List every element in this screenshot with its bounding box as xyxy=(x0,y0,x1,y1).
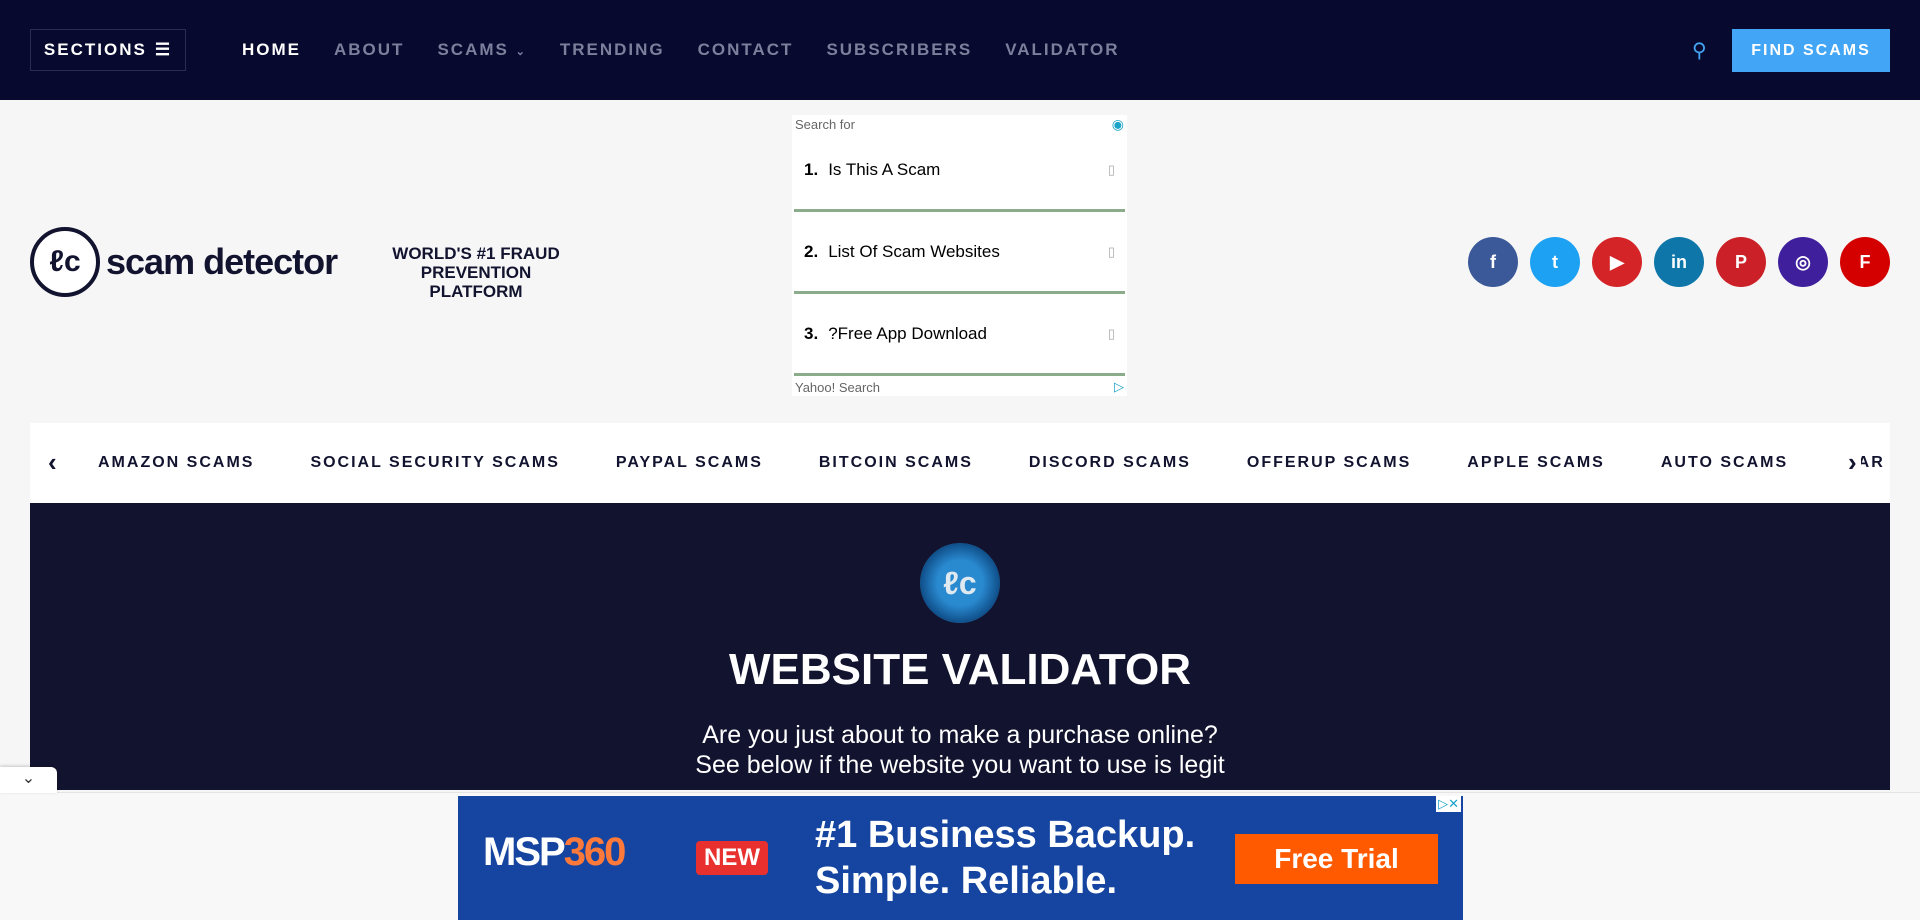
category-link[interactable]: APPLE SCAMS xyxy=(1467,454,1605,472)
category-link[interactable]: AMAZON SCAMS xyxy=(98,454,254,472)
arrow-icon: ▯ xyxy=(1107,161,1115,177)
social-links: f t ▶ in P ◎ F xyxy=(1468,237,1890,287)
banner-brand-text: MSP xyxy=(483,830,566,874)
arrow-icon: ▯ xyxy=(1107,325,1115,341)
new-badge: NEW xyxy=(696,841,768,875)
ad-item[interactable]: 2. List Of Scam Websites ▯ xyxy=(794,212,1125,294)
twitter-icon[interactable]: t xyxy=(1530,237,1580,287)
category-link[interactable]: DISCORD SCAMS xyxy=(1029,454,1191,472)
hero-section: ℓc WEBSITE VALIDATOR Are you just about … xyxy=(30,503,1890,790)
banner-headline-1: #1 Business Backup. xyxy=(815,814,1196,856)
collapse-ad-button[interactable]: ⌄ xyxy=(0,767,57,793)
logo-text: scam detector xyxy=(106,241,338,282)
nav-home[interactable]: HOME xyxy=(242,40,301,60)
chevron-right-icon[interactable]: › xyxy=(1844,447,1861,478)
sections-label: SECTIONS xyxy=(43,40,147,59)
logo-mark-icon: ℓc xyxy=(30,227,100,297)
linkedin-icon[interactable]: in xyxy=(1654,237,1704,287)
ad-footer: Yahoo! Search xyxy=(795,380,881,395)
search-ad: Search for ◉ 1. Is This A Scam ▯ 2. List Of… xyxy=(792,115,1127,396)
nav-validator[interactable]: VALIDATOR xyxy=(1005,40,1119,60)
category-link[interactable]: BITCOIN SCAMS xyxy=(819,454,973,472)
instagram-icon[interactable]: ◎ xyxy=(1778,237,1828,287)
tagline: WORLD'S #1 FRAUD PREVENTION PLATFORM xyxy=(392,244,560,301)
top-header: SECTIONS ☰ HOME ABOUT SCAMS ⌄ TRENDING CO… xyxy=(0,0,1920,100)
page-title: WEBSITE VALIDATOR xyxy=(729,645,1191,694)
site-logo[interactable]: ℓc scam detector xyxy=(30,227,338,297)
banner-headline-2: Simple. Reliable. xyxy=(815,860,1117,902)
category-list: AMAZON SCAMS SOCIAL SECURITY SCAMS PAYPAL … xyxy=(98,423,1890,503)
nav-contact[interactable]: CONTACT xyxy=(698,40,794,60)
banner-ad[interactable]: MSP360 NEW #1 Business Backup. Simple. R… xyxy=(458,796,1463,920)
banner-brand: MSP360 xyxy=(483,830,627,875)
find-scams-button[interactable]: FIND SCAMS xyxy=(1732,29,1890,72)
ad-close-icon[interactable]: ▷✕ xyxy=(1436,796,1461,812)
ad-item-label: Is This A Scam xyxy=(828,159,941,179)
nav-scams[interactable]: SCAMS ⌄ xyxy=(437,40,526,60)
ad-item-num: 1. xyxy=(804,159,819,179)
banner-brand-num: 360 xyxy=(563,830,627,874)
ad-item-num: 2. xyxy=(804,241,819,261)
ad-play-icon[interactable]: ▷ xyxy=(1114,379,1124,395)
ad-item[interactable]: 3. ?Free App Download ▯ xyxy=(794,294,1125,376)
hamburger-icon: ☰ xyxy=(154,40,173,59)
category-bar: AMAZON SCAMS SOCIAL SECURITY SCAMS PAYPAL … xyxy=(30,423,1890,503)
validator-logo-icon: ℓc xyxy=(920,543,1000,623)
nav-trending[interactable]: TRENDING xyxy=(560,40,665,60)
chevron-down-icon: ⌄ xyxy=(515,46,527,58)
youtube-icon[interactable]: ▶ xyxy=(1592,237,1642,287)
category-link[interactable]: SOCIAL SECURITY SCAMS xyxy=(310,454,559,472)
pinterest-icon[interactable]: P xyxy=(1716,237,1766,287)
ad-item[interactable]: 1. Is This A Scam ▯ xyxy=(794,130,1125,212)
category-link[interactable]: PAYPAL SCAMS xyxy=(616,454,763,472)
ad-item-label: ?Free App Download xyxy=(828,323,987,343)
main-nav: HOME ABOUT SCAMS ⌄ TRENDING CONTACT SUBS… xyxy=(242,0,1120,100)
nav-subscribers[interactable]: SUBSCRIBERS xyxy=(826,40,972,60)
chevron-left-icon[interactable]: ‹ xyxy=(44,447,61,478)
hero-subtitle-1: Are you just about to make a purchase on… xyxy=(702,721,1218,749)
hero-subtitle-2: See below if the website you want to use… xyxy=(695,751,1225,779)
chevron-down-icon: ⌄ xyxy=(21,770,36,787)
nav-about[interactable]: ABOUT xyxy=(334,40,404,60)
nav-scams-label: SCAMS xyxy=(437,40,509,59)
flipboard-icon[interactable]: F xyxy=(1840,237,1890,287)
category-link[interactable]: OFFERUP SCAMS xyxy=(1247,454,1411,472)
ad-item-label: List Of Scam Websites xyxy=(828,241,1000,261)
ad-item-num: 3. xyxy=(804,323,819,343)
category-link[interactable]: AUTO SCAMS xyxy=(1661,454,1788,472)
search-icon[interactable]: ⚲ xyxy=(1692,38,1707,63)
facebook-icon[interactable]: f xyxy=(1468,237,1518,287)
arrow-icon: ▯ xyxy=(1107,243,1115,259)
sections-menu-button[interactable]: SECTIONS ☰ xyxy=(30,29,186,71)
free-trial-button[interactable]: Free Trial xyxy=(1235,834,1438,884)
